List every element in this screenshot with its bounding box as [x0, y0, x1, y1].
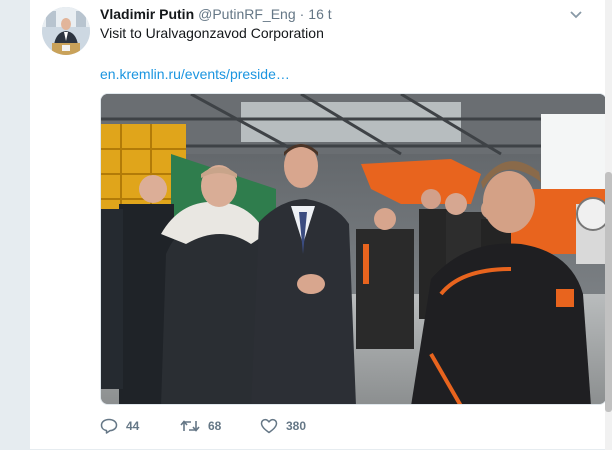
tweet-actions: 44 68 380 [100, 418, 306, 434]
scrollbar-thumb[interactable] [605, 172, 612, 412]
heart-icon [260, 418, 278, 434]
factory-photo [101, 94, 606, 404]
like-button[interactable]: 380 [260, 418, 306, 434]
tweet-link[interactable]: en.kremlin.ru/events/preside… [100, 65, 290, 83]
tweet-timestamp[interactable]: 16 t [308, 6, 331, 22]
tweet-header: Vladimir Putin @PutinRF_Eng · 16 t [100, 6, 332, 24]
avatar-image [42, 7, 90, 55]
page-gutter [0, 0, 30, 450]
retweet-button[interactable]: 68 [180, 418, 260, 434]
reply-button[interactable]: 44 [100, 418, 180, 434]
tweet-photo[interactable] [100, 93, 607, 405]
like-count: 380 [286, 419, 307, 433]
reply-icon [100, 418, 118, 434]
chevron-down-icon[interactable] [568, 8, 584, 22]
reply-count: 44 [126, 419, 140, 433]
retweet-icon [180, 418, 200, 434]
retweet-count: 68 [208, 419, 222, 433]
tweet-text: Visit to Uralvagonzavod Corporation [100, 25, 324, 41]
author-name[interactable]: Vladimir Putin [100, 6, 194, 22]
separator-dot: · [299, 6, 305, 22]
avatar[interactable] [42, 7, 90, 55]
author-handle[interactable]: @PutinRF_Eng [198, 6, 295, 22]
